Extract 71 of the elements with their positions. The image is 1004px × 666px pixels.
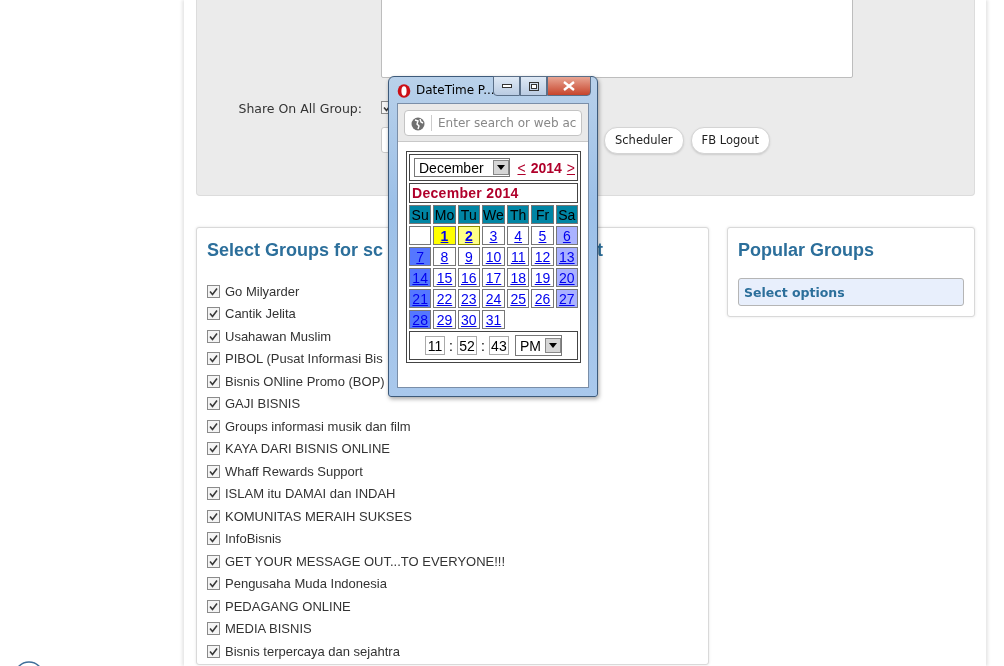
weekday-header: Mo	[433, 205, 456, 224]
second-field[interactable]: 43	[488, 336, 509, 355]
month-caption: December 2014	[409, 183, 578, 203]
day-link[interactable]: 5	[538, 227, 547, 244]
day-link[interactable]: 6	[562, 227, 571, 244]
day-link[interactable]: 29	[436, 311, 453, 328]
group-label: ISLAM itu DAMAI dan INDAH	[225, 486, 396, 501]
weekday-header: Th	[507, 205, 530, 224]
share-label: Share On All Group:	[237, 99, 363, 116]
card-title: t	[597, 240, 603, 261]
day-link[interactable]: 9	[464, 248, 473, 265]
day-link[interactable]: 20	[559, 269, 575, 286]
month-select[interactable]: December	[414, 158, 510, 177]
day-link[interactable]: 10	[485, 248, 502, 265]
ampm-select[interactable]: PM	[514, 335, 562, 356]
group-label: GAJI BISNIS	[225, 396, 301, 411]
day-link[interactable]: 25	[510, 290, 526, 307]
group-label: PIBOL (Pusat Informasi Bis	[225, 351, 383, 366]
day-link[interactable]: 31	[485, 311, 502, 328]
action-button[interactable]: FB Logout	[690, 126, 771, 154]
weekday-header: Fr	[531, 205, 554, 224]
minute-field[interactable]: 52	[457, 336, 477, 355]
group-label: Cantik Jelita	[225, 306, 296, 321]
day-link[interactable]: 16	[461, 269, 477, 286]
address-bar[interactable]: Enter search or web ac	[404, 110, 582, 136]
group-label: Bisnis ONline Promo (BOP)	[225, 373, 385, 389]
group-label: Usahawan Muslim	[225, 328, 332, 344]
action-button[interactable]: Scheduler	[604, 126, 684, 154]
day-link[interactable]: 23	[461, 290, 477, 307]
day-link[interactable]: 30	[461, 311, 477, 328]
day-link[interactable]: 15	[436, 269, 453, 286]
day-link[interactable]: 1	[440, 227, 449, 244]
day-link[interactable]: 24	[485, 290, 502, 307]
group-label: Bisnis terpercaya dan sejahtra	[225, 643, 400, 659]
next-year-link[interactable]: >	[566, 159, 575, 176]
year-label: 2014	[530, 159, 562, 176]
day-link[interactable]: 12	[534, 248, 551, 265]
day-link[interactable]: 27	[559, 290, 575, 307]
group-label: Go Milyarder	[225, 283, 300, 299]
previous-year-link[interactable]: <	[517, 159, 526, 176]
group-label: MEDIA BISNIS	[225, 621, 312, 636]
options-select[interactable]: Select options	[738, 278, 964, 306]
group-label: PEDAGANG ONLINE	[225, 598, 351, 614]
group-label: KOMUNITAS MERAIH SUKSES	[225, 508, 412, 524]
day-link[interactable]: 13	[559, 248, 575, 265]
day-link[interactable]: 19	[534, 269, 551, 286]
day-link[interactable]: 26	[534, 290, 551, 307]
group-label: GET YOUR MESSAGE OUT...TO EVERYONE!!!	[225, 553, 506, 569]
day-link[interactable]: 2	[464, 227, 473, 244]
day-link[interactable]: 8	[440, 248, 449, 265]
hour-field[interactable]: 11	[425, 336, 446, 355]
day-link[interactable]: 22	[436, 290, 453, 307]
day-link[interactable]: 3	[489, 227, 498, 244]
day-link[interactable]: 18	[510, 269, 526, 286]
window-title: DateTime P...	[416, 83, 495, 97]
group-label: Groups informasi musik dan film	[225, 418, 411, 434]
day-link[interactable]: 11	[510, 248, 526, 265]
group-label: Pengusaha Muda Indonesia	[225, 576, 387, 591]
group-label: InfoBisnis	[225, 531, 282, 546]
card-title: Select Groups for sc	[207, 240, 384, 261]
card-title: Popular Groups	[738, 240, 875, 261]
day-link[interactable]: 4	[514, 227, 523, 244]
group-label: Whaff Rewards Support	[225, 463, 363, 479]
weekday-header: Tu	[457, 205, 480, 224]
group-label: KAYA DARI BISNIS ONLINE	[225, 441, 390, 456]
weekday-header: We	[481, 205, 505, 224]
weekday-header: Sa	[555, 205, 578, 224]
time-separator: :	[449, 337, 453, 354]
day-link[interactable]: 17	[485, 269, 502, 286]
time-separator: :	[481, 337, 485, 354]
weekday-header: Su	[409, 205, 432, 224]
